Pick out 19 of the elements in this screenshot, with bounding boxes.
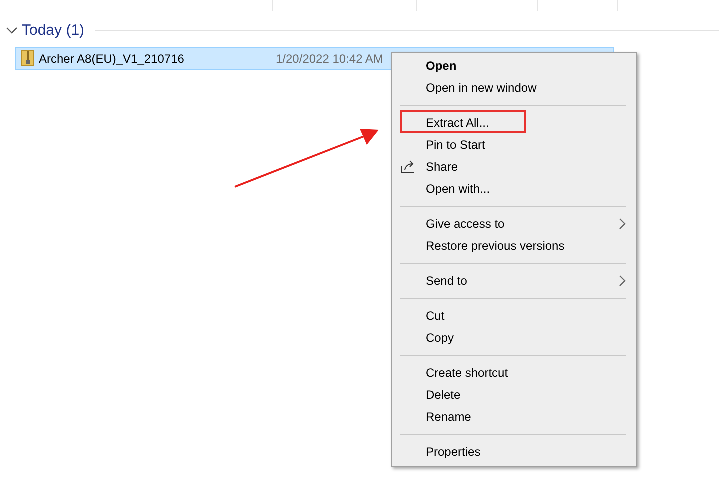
group-title[interactable]: Today (1) [22, 22, 85, 38]
menu-item[interactable]: Extract All... [426, 114, 490, 132]
menu-item[interactable]: Delete [426, 386, 461, 404]
menu-item[interactable]: Rename [426, 408, 472, 426]
menu-item[interactable]: Share [426, 158, 458, 176]
file-name: Archer A8(EU)_V1_210716 [39, 52, 186, 66]
menu-item[interactable]: Open in new window [426, 79, 537, 97]
menu-item[interactable]: Pin to Start [426, 136, 486, 154]
menu-item[interactable]: Open with... [426, 180, 490, 198]
menu-item[interactable]: Cut [426, 307, 445, 325]
menu-item[interactable]: Properties [426, 443, 481, 461]
menu-item[interactable]: Copy [426, 329, 454, 347]
menu-item[interactable]: Give access to [426, 215, 505, 233]
share-icon [401, 160, 416, 174]
menu-item[interactable]: Create shortcut [426, 364, 508, 382]
zip-folder-icon [21, 50, 35, 67]
menu-item[interactable]: Restore previous versions [426, 237, 565, 255]
file-date: 1/20/2022 10:42 AM [276, 52, 384, 66]
menu-item[interactable]: Send to [426, 272, 468, 290]
